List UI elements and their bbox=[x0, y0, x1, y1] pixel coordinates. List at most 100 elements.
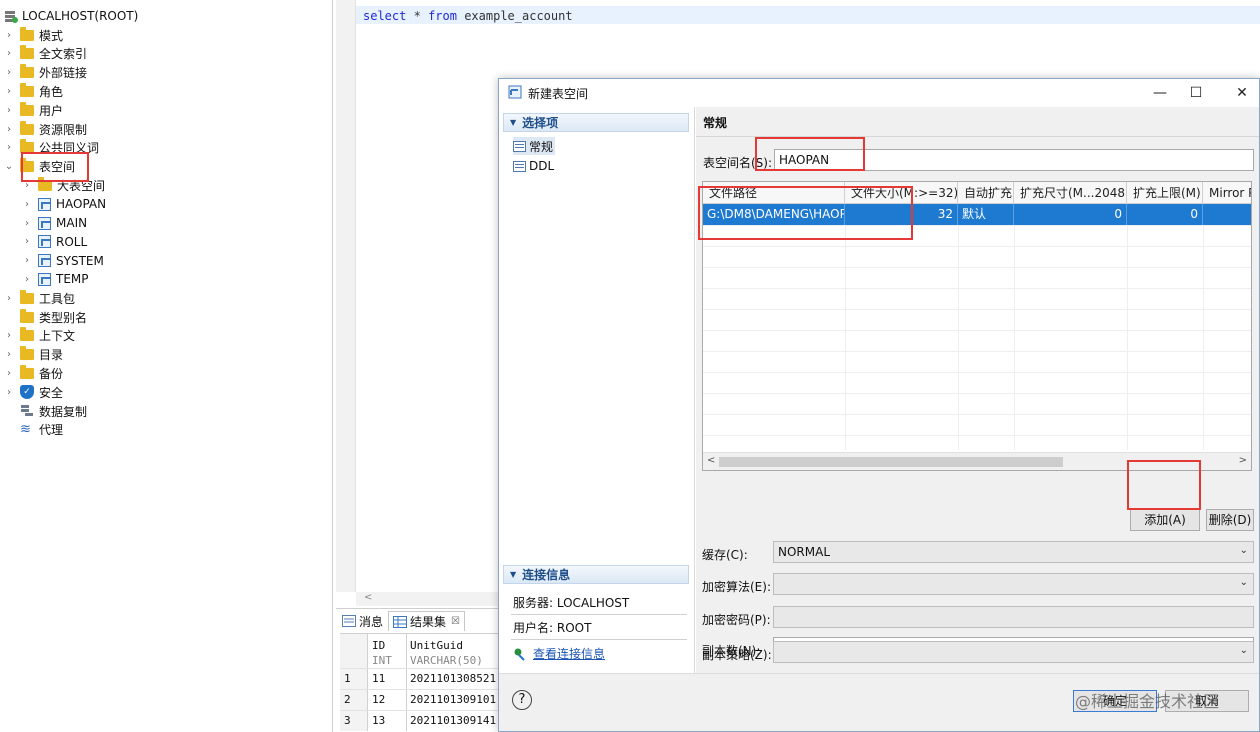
file-cell-auto[interactable]: 默认 bbox=[958, 204, 1014, 225]
file-cell-mirror[interactable] bbox=[1203, 204, 1251, 225]
file-cell-ext[interactable]: 0 bbox=[1014, 204, 1127, 225]
dialog-title: 新建表空间 bbox=[528, 86, 589, 101]
column-header[interactable]: 扩充尺寸(M...2048) bbox=[1014, 182, 1127, 204]
dialog-titlebar[interactable]: 新建表空间 — ☐ ✕ bbox=[499, 79, 1259, 107]
sql-code-line[interactable]: select * from example_account bbox=[363, 9, 573, 23]
encrypt-password-input[interactable] bbox=[773, 606, 1254, 628]
tree-item[interactable]: › ✓ 安全 bbox=[4, 383, 63, 401]
tab-resultset[interactable]: 结果集 ☒ bbox=[388, 611, 465, 631]
tree-item[interactable]: › SYSTEM bbox=[22, 252, 104, 270]
collapse-triangle-icon[interactable]: ▼ bbox=[510, 570, 516, 579]
column-header[interactable]: 扩充上限(M) bbox=[1127, 182, 1203, 204]
dialog-button-bar: ? 确定 取消 @稀土掘金技术社区 bbox=[499, 673, 1259, 731]
encrypt-algo-select[interactable]: ⌄ bbox=[773, 573, 1254, 595]
chevron-right-icon[interactable]: › bbox=[4, 86, 14, 97]
view-connection-link[interactable]: 查看连接信息 bbox=[513, 645, 605, 662]
chevron-right-icon[interactable]: › bbox=[4, 142, 14, 153]
scroll-left-arrow-icon[interactable]: < bbox=[364, 592, 372, 603]
chevron-right-icon[interactable]: › bbox=[22, 218, 32, 229]
editor-horizontal-scrollbar[interactable]: < bbox=[356, 592, 516, 606]
tree-item[interactable]: › TEMP bbox=[22, 270, 89, 288]
tree-item[interactable]: › ROLL bbox=[22, 233, 87, 251]
chevron-right-icon[interactable]: › bbox=[22, 255, 32, 266]
chevron-right-icon[interactable]: › bbox=[4, 67, 14, 78]
file-cell-limit[interactable]: 0 bbox=[1127, 204, 1203, 225]
tree-root[interactable]: LOCALHOST(ROOT) bbox=[4, 7, 138, 25]
tree-item-label: 备份 bbox=[39, 366, 64, 381]
minimize-button[interactable]: — bbox=[1145, 83, 1175, 103]
tree-item[interactable]: 类型别名 bbox=[4, 308, 87, 326]
agent-icon: ≋ bbox=[20, 421, 31, 437]
chevron-right-icon[interactable]: › bbox=[4, 293, 14, 304]
tab-messages-label: 消息 bbox=[359, 614, 384, 629]
scroll-thumb[interactable] bbox=[719, 457, 1063, 467]
col-guid-header[interactable]: UnitGuid VARCHAR(50) bbox=[410, 638, 483, 668]
tree-item[interactable]: 数据复制 bbox=[4, 402, 87, 420]
tab-messages[interactable]: 消息 bbox=[338, 611, 387, 631]
chevron-right-icon[interactable]: › bbox=[22, 274, 32, 285]
help-icon[interactable]: ? bbox=[512, 690, 532, 710]
connection-header[interactable]: ▼ 连接信息 bbox=[503, 565, 689, 584]
collapse-triangle-icon[interactable]: ▼ bbox=[510, 118, 516, 127]
row-number: 1 bbox=[340, 669, 368, 689]
nav-ddl[interactable]: DDL bbox=[513, 157, 554, 175]
maximize-button[interactable]: ☐ bbox=[1181, 83, 1211, 103]
tree-item[interactable]: › 全文索引 bbox=[4, 45, 87, 63]
chevron-right-icon[interactable]: › bbox=[4, 349, 14, 360]
tree-item-label: 数据复制 bbox=[39, 404, 88, 419]
chevron-right-icon[interactable]: › bbox=[22, 236, 32, 247]
column-header[interactable]: Mirror P bbox=[1203, 182, 1251, 204]
tree-item[interactable]: › 外部链接 bbox=[4, 64, 87, 82]
tree-item[interactable]: ≋ 代理 bbox=[4, 421, 63, 439]
tree-item[interactable]: › HAOPAN bbox=[22, 195, 106, 213]
cell-id: 12 bbox=[372, 693, 386, 706]
tree-item[interactable]: › 上下文 bbox=[4, 327, 75, 345]
tree-item-label: TEMP bbox=[56, 272, 89, 287]
tree-item-label: SYSTEM bbox=[56, 253, 104, 268]
chevron-right-icon[interactable]: › bbox=[4, 48, 14, 59]
tree-item[interactable]: › 工具包 bbox=[4, 289, 75, 307]
tree-item-label: MAIN bbox=[56, 216, 88, 230]
tree-item[interactable]: › 用户 bbox=[4, 101, 63, 119]
chevron-right-icon[interactable]: › bbox=[4, 368, 14, 379]
options-header[interactable]: ▼ 选择项 bbox=[503, 113, 689, 132]
close-button[interactable]: ✕ bbox=[1227, 83, 1257, 103]
results-grid: ID INT UnitGuid VARCHAR(50) 1 11 202110130… bbox=[340, 633, 500, 731]
add-file-button[interactable]: 添加(A) bbox=[1130, 509, 1200, 531]
scroll-left-icon[interactable]: < bbox=[707, 455, 715, 466]
close-tab-icon[interactable]: ☒ bbox=[451, 616, 460, 627]
sql-table-name: example_account bbox=[464, 9, 573, 23]
tree-item-label: ROLL bbox=[56, 234, 88, 249]
chevron-right-icon[interactable]: › bbox=[4, 387, 14, 398]
scroll-right-icon[interactable]: > bbox=[1239, 455, 1247, 466]
chevron-right-icon[interactable]: › bbox=[22, 199, 32, 210]
tree-item[interactable]: › 资源限制 bbox=[4, 120, 87, 138]
delete-file-button[interactable]: 删除(D) bbox=[1206, 509, 1254, 531]
table-row[interactable]: 3 13 2021101309141 bbox=[340, 710, 500, 731]
tree-item[interactable]: › MAIN bbox=[22, 214, 87, 232]
chevron-right-icon[interactable]: › bbox=[4, 124, 14, 135]
tree-item[interactable]: › 模式 bbox=[4, 26, 63, 44]
tree-item[interactable]: › 角色 bbox=[4, 82, 63, 100]
chevron-right-icon[interactable]: › bbox=[4, 30, 14, 41]
folder-icon bbox=[20, 289, 34, 304]
col-id-header[interactable]: ID INT bbox=[372, 638, 392, 668]
tree-item-label: 外部链接 bbox=[39, 66, 88, 81]
copy-policy-select[interactable]: ⌄ bbox=[773, 641, 1254, 663]
table-row[interactable]: 1 11 2021101308521 bbox=[340, 668, 500, 689]
chevron-right-icon[interactable]: › bbox=[4, 105, 14, 116]
nav-general[interactable]: 常规 bbox=[513, 137, 555, 155]
tree-item-label: 上下文 bbox=[39, 329, 76, 344]
cache-label: 缓存(C): bbox=[702, 548, 748, 562]
tree-item[interactable]: › 备份 bbox=[4, 364, 63, 382]
tree-item-label: 角色 bbox=[39, 84, 64, 99]
column-header[interactable]: 自动扩充 bbox=[958, 182, 1014, 204]
tree-item[interactable]: › 目录 bbox=[4, 346, 63, 364]
page-icon bbox=[513, 140, 526, 152]
highlight-box-path bbox=[698, 186, 913, 240]
chevron-down-icon[interactable]: ⌄ bbox=[4, 161, 14, 172]
tablespace-icon bbox=[508, 85, 522, 102]
chevron-right-icon[interactable]: › bbox=[4, 330, 14, 341]
cache-select[interactable]: NORMAL ⌄ bbox=[773, 541, 1254, 563]
table-row[interactable]: 2 12 2021101309101 bbox=[340, 689, 500, 710]
